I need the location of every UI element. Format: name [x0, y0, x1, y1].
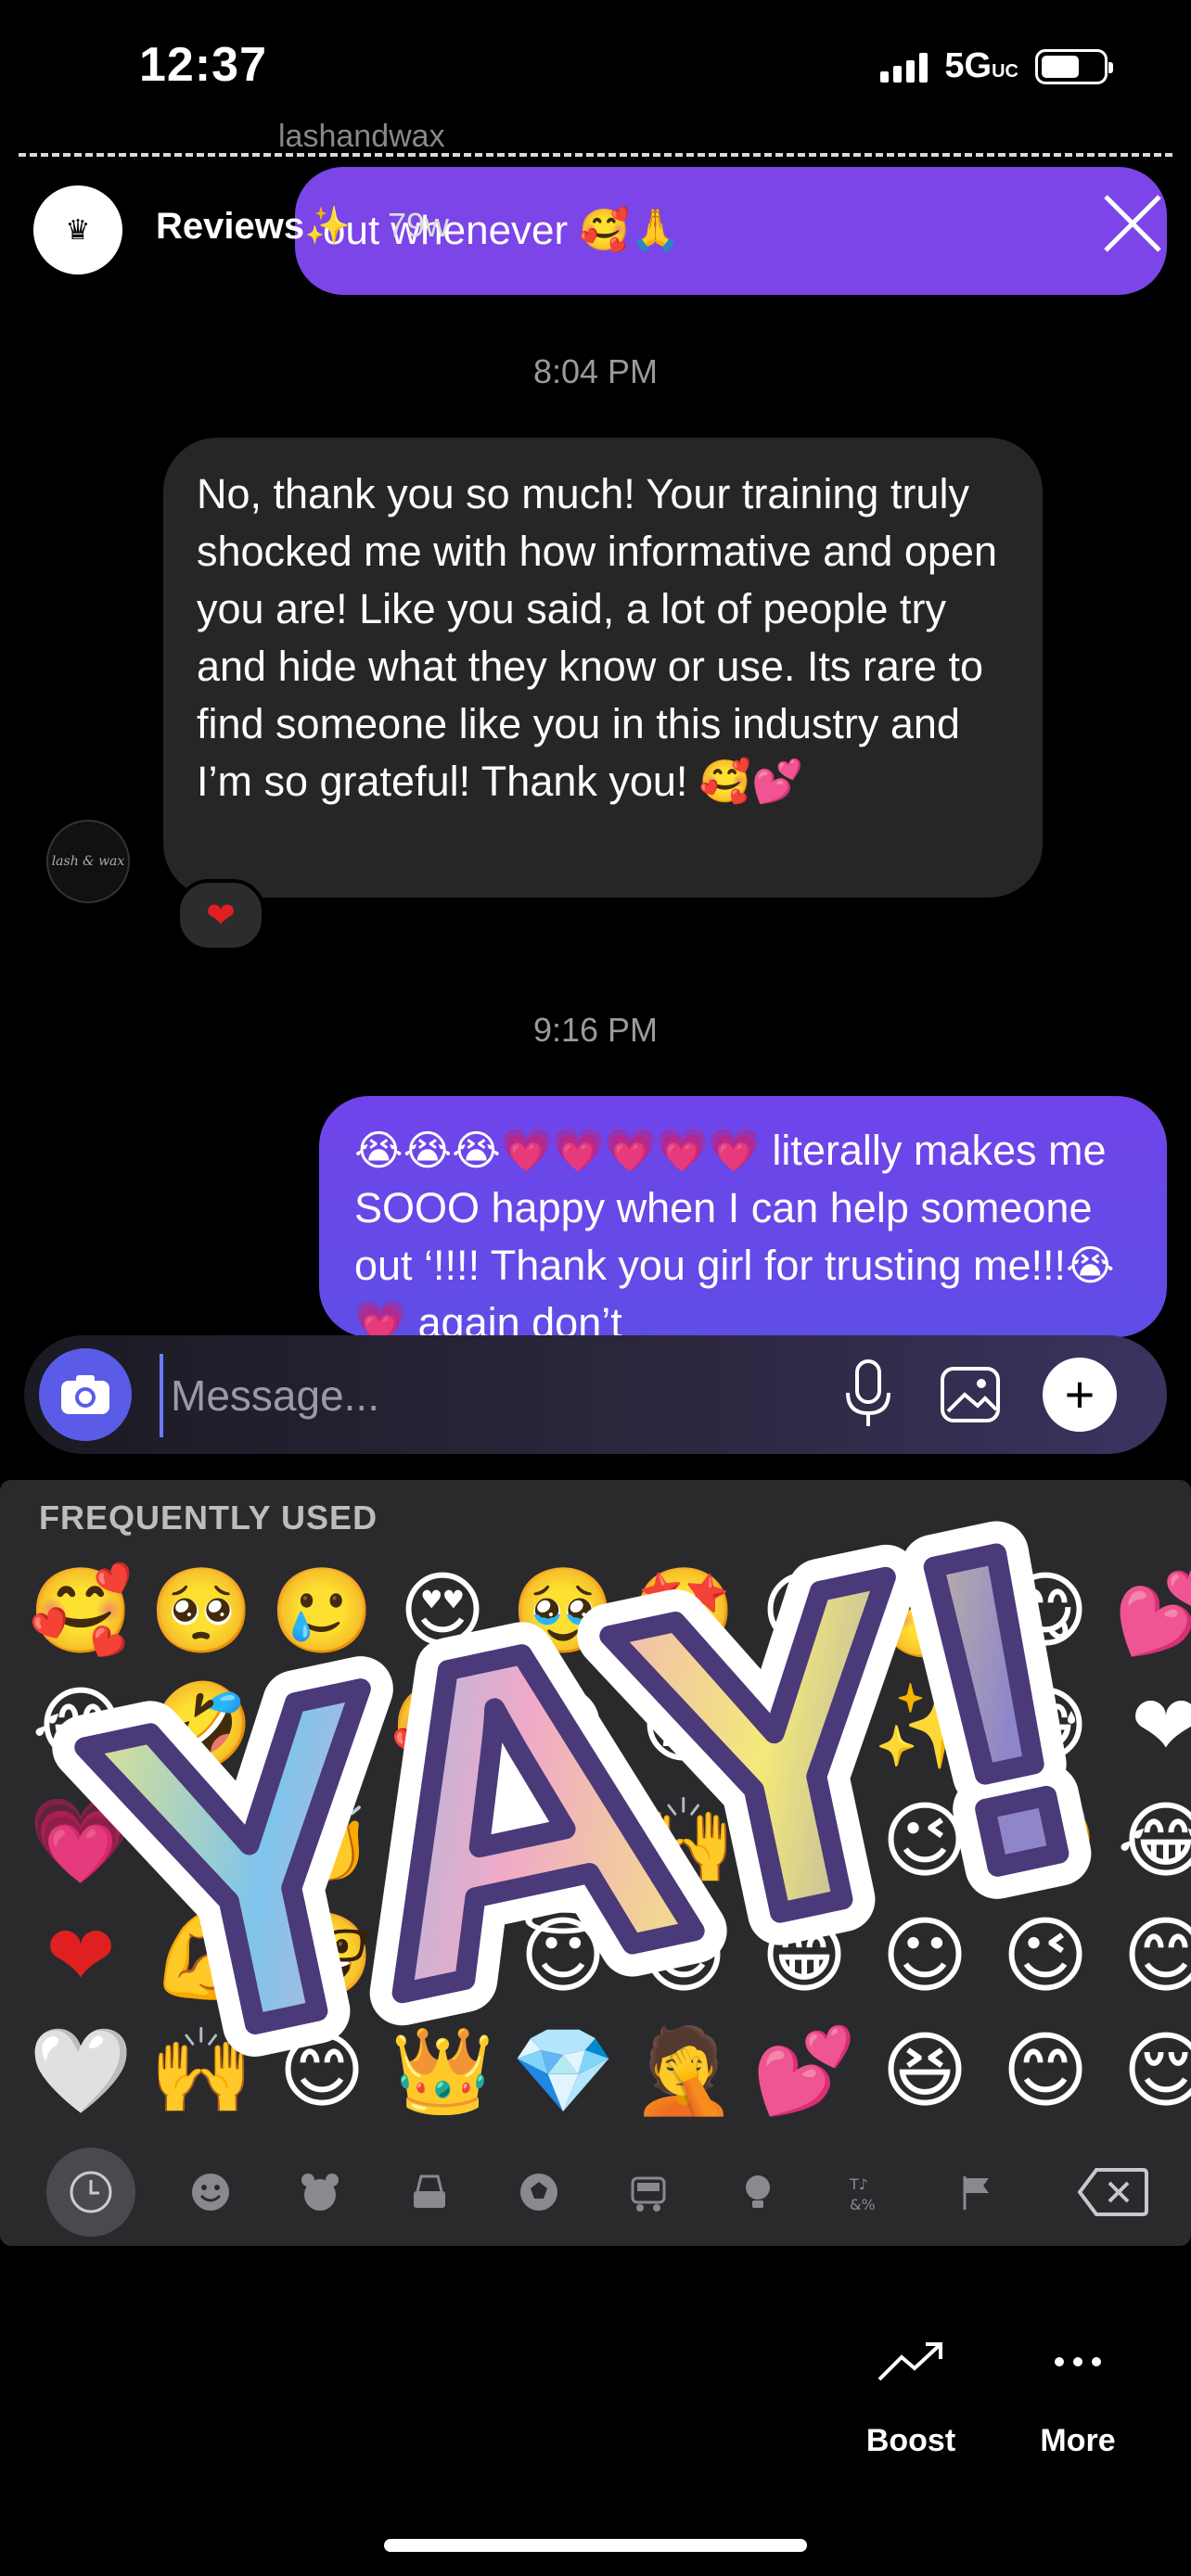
- svg-text:T♪: T♪: [849, 2175, 868, 2193]
- flags-category-icon[interactable]: [922, 2155, 1031, 2229]
- status-time: 12:37: [139, 38, 267, 92]
- story-age: 79w: [388, 206, 450, 244]
- smileys-category-icon[interactable]: [156, 2155, 265, 2229]
- recent-category-icon[interactable]: [46, 2148, 135, 2237]
- more-dots-icon: [1055, 2357, 1101, 2366]
- message-timestamp: 8:04 PM: [532, 352, 659, 390]
- backspace-icon[interactable]: [1076, 2166, 1150, 2218]
- sent-message-text: 😭😭😭💗💗💗💗💗 literally makes me SOOO happy w…: [354, 1127, 1115, 1337]
- status-icons: 5GUC: [880, 46, 1113, 86]
- story-account-name[interactable]: Reviews✨: [156, 204, 351, 248]
- heart-reaction[interactable]: ❤: [176, 879, 265, 951]
- sent-message-bubble[interactable]: 😭😭😭💗💗💗💗💗 literally makes me SOOO happy w…: [319, 1096, 1167, 1337]
- home-indicator[interactable]: [384, 2539, 807, 2552]
- dm-header-username: lashandwax: [278, 119, 445, 154]
- story-avatar[interactable]: ♛: [33, 185, 122, 274]
- received-message-text: No, thank you so much! Your training tru…: [197, 470, 997, 805]
- boost-label: Boost: [865, 2423, 956, 2458]
- story-progress-bar: [19, 153, 1172, 160]
- more-button[interactable]: More: [1013, 2339, 1143, 2459]
- symbols-category-icon[interactable]: T♪ &%: [813, 2155, 922, 2229]
- signal-icon: [880, 51, 928, 83]
- emoji-category-bar: T♪ &%: [46, 2148, 1159, 2237]
- received-message-bubble[interactable]: No, thank you so much! Your training tru…: [163, 438, 1043, 898]
- svg-text:&%: &%: [850, 2196, 876, 2213]
- more-label: More: [1040, 2423, 1116, 2458]
- animals-category-icon[interactable]: [265, 2155, 375, 2229]
- network-label: 5GUC: [944, 46, 1018, 85]
- boost-button[interactable]: Boost: [846, 2339, 976, 2459]
- food-category-icon[interactable]: [375, 2155, 484, 2229]
- activity-category-icon[interactable]: [484, 2155, 594, 2229]
- contact-avatar[interactable]: lash & wax: [46, 820, 130, 903]
- battery-icon: [1035, 48, 1113, 84]
- trend-up-icon: [877, 2342, 942, 2381]
- message-timestamp: 9:16 PM: [532, 1011, 659, 1049]
- close-icon[interactable]: [1100, 191, 1165, 256]
- objects-category-icon[interactable]: [703, 2155, 813, 2229]
- sticker-text: YAY!: [57, 1450, 1121, 2059]
- travel-category-icon[interactable]: [594, 2155, 703, 2229]
- yay-sticker[interactable]: YAY! YAY!: [0, 1391, 1191, 2059]
- sent-message-text: out whenever 🥰🙏: [323, 208, 681, 253]
